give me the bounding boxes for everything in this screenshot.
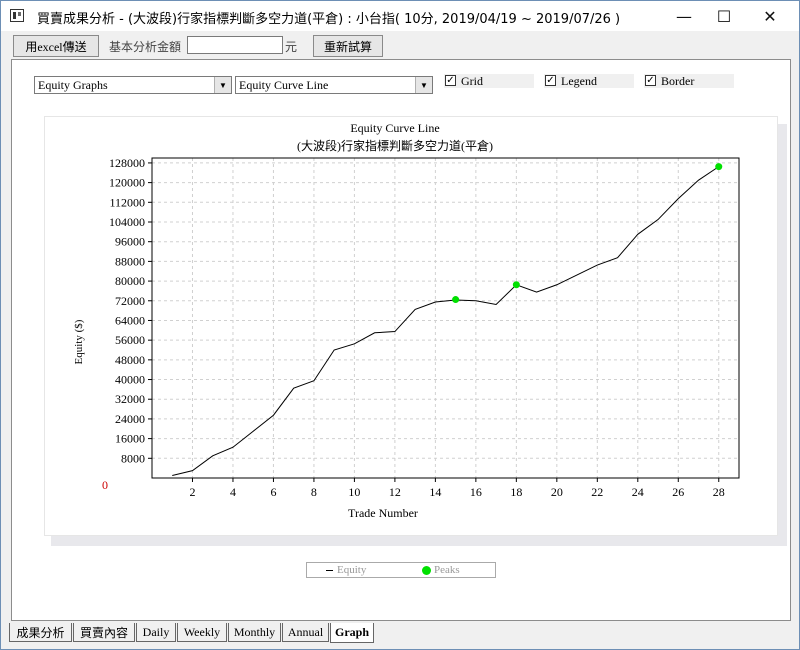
check-icon[interactable]: ✓ [445, 75, 456, 86]
y-tick-label: 16000 [115, 432, 145, 446]
analysis-window: 買賣成果分析 - (大波段)行家指標判斷多空力道(平倉) : 小台指( 10分,… [0, 0, 800, 650]
y-tick-label: 96000 [115, 235, 145, 249]
y-tick-label: 56000 [115, 333, 145, 347]
equity-chart: Equity Curve Line (大波段)行家指標判斷多空力道(平倉) Tr… [73, 121, 740, 520]
chart-title: Equity Curve Line [350, 121, 439, 135]
border-checkbox[interactable]: ✓ Border [644, 74, 734, 88]
y-tick-label: 104000 [109, 215, 145, 229]
check-icon[interactable]: ✓ [645, 75, 656, 86]
graph-type-value: Equity Graphs [38, 78, 108, 92]
equity-line [172, 166, 720, 477]
y-tick-label: 24000 [115, 412, 145, 426]
x-tick-label: 22 [591, 485, 603, 499]
chevron-down-icon[interactable]: ▼ [214, 77, 231, 93]
base-amount-input[interactable] [187, 36, 283, 54]
peak-point [715, 163, 723, 171]
x-tick-label: 14 [429, 485, 441, 499]
graph-style-select[interactable]: Equity Curve Line ▼ [235, 76, 433, 94]
y-tick-label: 8000 [121, 451, 145, 465]
grid-lines [152, 158, 739, 478]
graph-type-select[interactable]: Equity Graphs ▼ [34, 76, 232, 94]
y-tick-label: 128000 [109, 156, 145, 170]
peak-point [452, 296, 460, 304]
x-tick-label: 10 [348, 485, 360, 499]
y-tick-label: 88000 [115, 254, 145, 268]
series-layer [172, 163, 723, 477]
unit-label: 元 [285, 40, 298, 54]
graph-panel: Equity Graphs ▼ Equity Curve Line ▼ ✓ Gr… [11, 59, 791, 621]
base-amount-label: 基本分析金額 [109, 40, 182, 54]
x-tick-label: 12 [389, 485, 401, 499]
plot-frame [151, 157, 740, 479]
legend-checkbox[interactable]: ✓ Legend [544, 74, 634, 88]
recalculate-button[interactable]: 重新試算 [313, 35, 383, 57]
x-tick-label: 8 [311, 485, 317, 499]
tab-daily[interactable]: Daily [136, 623, 176, 642]
y-tick-label: 72000 [115, 294, 145, 308]
axis-ticks: 8000 16000 24000 32000 40000 48000 56000 64000 7… [109, 156, 725, 499]
grid-checkbox[interactable]: ✓ Grid [444, 74, 534, 88]
close-button[interactable]: ✕ [747, 1, 793, 31]
y-tick-label: 48000 [115, 353, 145, 367]
x-tick-label: 16 [470, 485, 482, 499]
tab-results-analysis[interactable]: 成果分析 [9, 623, 72, 642]
equity-legend-label: Equity [337, 564, 367, 576]
graph-style-value: Equity Curve Line [239, 78, 329, 92]
x-tick-label: 20 [551, 485, 563, 499]
tab-monthly[interactable]: Monthly [228, 623, 281, 642]
x-tick-label: 4 [230, 485, 236, 499]
equity-legend-swatch [326, 570, 333, 571]
x-tick-label: 28 [713, 485, 725, 499]
tab-annual[interactable]: Annual [282, 623, 329, 642]
x-tick-label: 24 [632, 485, 644, 499]
y-tick-label: 64000 [115, 313, 145, 327]
chevron-down-icon[interactable]: ▼ [415, 77, 432, 93]
peaks-legend-swatch [422, 566, 431, 575]
y-axis-label: Equity ($) [73, 319, 85, 364]
tab-trade-details[interactable]: 買賣內容 [73, 623, 135, 642]
x-tick-label: 2 [189, 485, 195, 499]
y-tick-label: 120000 [109, 176, 145, 190]
app-icon [10, 9, 24, 22]
chart-legend: Equity Peaks [306, 562, 496, 578]
y-tick-label: 32000 [115, 392, 145, 406]
toolbar: 用excel傳送 基本分析金額 元 重新試算 [1, 31, 799, 59]
chart-subtitle: (大波段)行家指標判斷多空力道(平倉) [297, 138, 493, 153]
peaks-legend-label: Peaks [434, 564, 460, 576]
border-checkbox-label: Border [661, 74, 695, 88]
x-axis-label: Trade Number [348, 506, 418, 520]
tab-weekly[interactable]: Weekly [177, 623, 227, 642]
title-bar[interactable]: 買賣成果分析 - (大波段)行家指標判斷多空力道(平倉) : 小台指( 10分,… [1, 1, 799, 31]
excel-export-button[interactable]: 用excel傳送 [13, 35, 99, 57]
grid-checkbox-label: Grid [461, 74, 483, 88]
x-tick-label: 26 [672, 485, 684, 499]
x-tick-label: 18 [510, 485, 522, 499]
window-title: 買賣成果分析 - (大波段)行家指標判斷多空力道(平倉) : 小台指( 10分,… [37, 12, 621, 27]
maximize-button[interactable]: ☐ [701, 1, 747, 31]
x-tick-label: 6 [270, 485, 276, 499]
chart-area: Equity Curve Line (大波段)行家指標判斷多空力道(平倉) Tr… [44, 116, 778, 536]
y-tick-label: 112000 [109, 195, 145, 209]
y-tick-label: 40000 [115, 373, 145, 387]
peak-point [512, 281, 520, 289]
check-icon[interactable]: ✓ [545, 75, 556, 86]
legend-checkbox-label: Legend [561, 74, 597, 88]
tab-graph[interactable]: Graph [330, 623, 374, 643]
zero-label: 0 [102, 478, 108, 492]
y-tick-label: 80000 [115, 274, 145, 288]
